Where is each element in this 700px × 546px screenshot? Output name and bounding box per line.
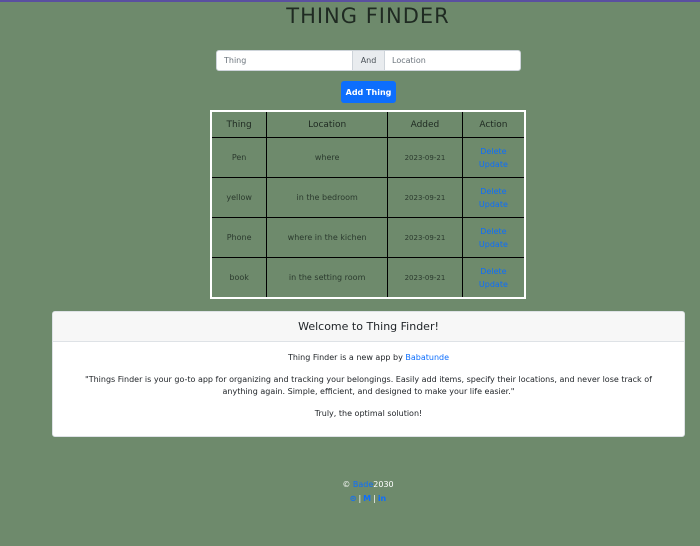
footer-author-link[interactable]: Bade [353,480,373,489]
cell-actions: Delete Update [461,137,526,178]
column-header-added: Added [387,110,463,138]
location-input[interactable] [384,50,521,71]
welcome-card: Welcome to Thing Finder! Thing Finder is… [52,311,685,437]
cell-added: 2023-09-21 [387,257,463,299]
copyright-year: 2030 [373,480,394,489]
update-link[interactable]: Update [463,238,524,251]
column-header-location: Location [266,110,389,138]
cell-thing: book [210,257,268,299]
thing-input[interactable] [216,50,353,71]
delete-link[interactable]: Delete [463,265,524,278]
cell-location: in the setting room [266,257,389,299]
medium-icon[interactable]: M [363,492,371,506]
table-row: Phone where in the kichen 2023-09-21 Del… [210,217,526,258]
cell-location: in the bedroom [266,177,389,218]
cell-added: 2023-09-21 [387,177,463,218]
github-icon[interactable]: ⊙ [350,492,357,506]
column-header-thing: Thing [210,110,268,138]
separator: | [373,494,376,503]
intro-prefix: Thing Finder is a new app by [287,353,406,362]
footer: © Bade2030 ⊙ | M | in [0,478,700,506]
table-header-row: Thing Location Added Action [210,110,526,138]
separator: | [358,494,362,503]
delete-link[interactable]: Delete [463,185,524,198]
column-header-action: Action [461,110,526,138]
tagline-text: Truly, the optimal solution! [314,409,423,418]
cell-actions: Delete Update [461,257,526,299]
cell-location: where [266,137,389,178]
table-row: yellow in the bedroom 2023-09-21 Delete … [210,177,526,218]
cell-thing: yellow [210,177,268,218]
intro-text: Thing Finder is a new app by Babatunde [69,352,668,364]
and-addon-label: And [353,50,384,71]
cell-thing: Phone [210,217,268,258]
delete-link[interactable]: Delete [463,225,524,238]
update-link[interactable]: Update [463,198,524,211]
copyright-line: © Bade2030 [0,478,700,492]
welcome-card-header: Welcome to Thing Finder! [53,312,684,342]
add-thing-form: And [216,50,521,71]
page-title: THING FINDER [286,4,450,28]
table-row: Pen where 2023-09-21 Delete Update [210,137,526,178]
welcome-card-body: Thing Finder is a new app by Babatunde "… [53,342,684,420]
author-link[interactable]: Babatunde [405,353,449,362]
delete-link[interactable]: Delete [463,145,524,158]
things-table: Thing Location Added Action Pen where 20… [210,110,526,299]
linkedin-icon[interactable]: in [378,492,386,506]
cell-actions: Delete Update [461,217,526,258]
update-link[interactable]: Update [463,158,524,171]
add-thing-button[interactable]: Add Thing [341,81,396,103]
cell-thing: Pen [210,137,268,178]
cell-added: 2023-09-21 [387,137,463,178]
cell-location: where in the kichen [266,217,389,258]
update-link[interactable]: Update [463,278,524,291]
table-row: book in the setting room 2023-09-21 Dele… [210,257,526,299]
copyright-symbol: © [342,480,351,489]
description-text: "Things Finder is your go-to app for org… [85,375,652,396]
social-links: ⊙ | M | in [0,492,700,506]
cell-actions: Delete Update [461,177,526,218]
cell-added: 2023-09-21 [387,217,463,258]
